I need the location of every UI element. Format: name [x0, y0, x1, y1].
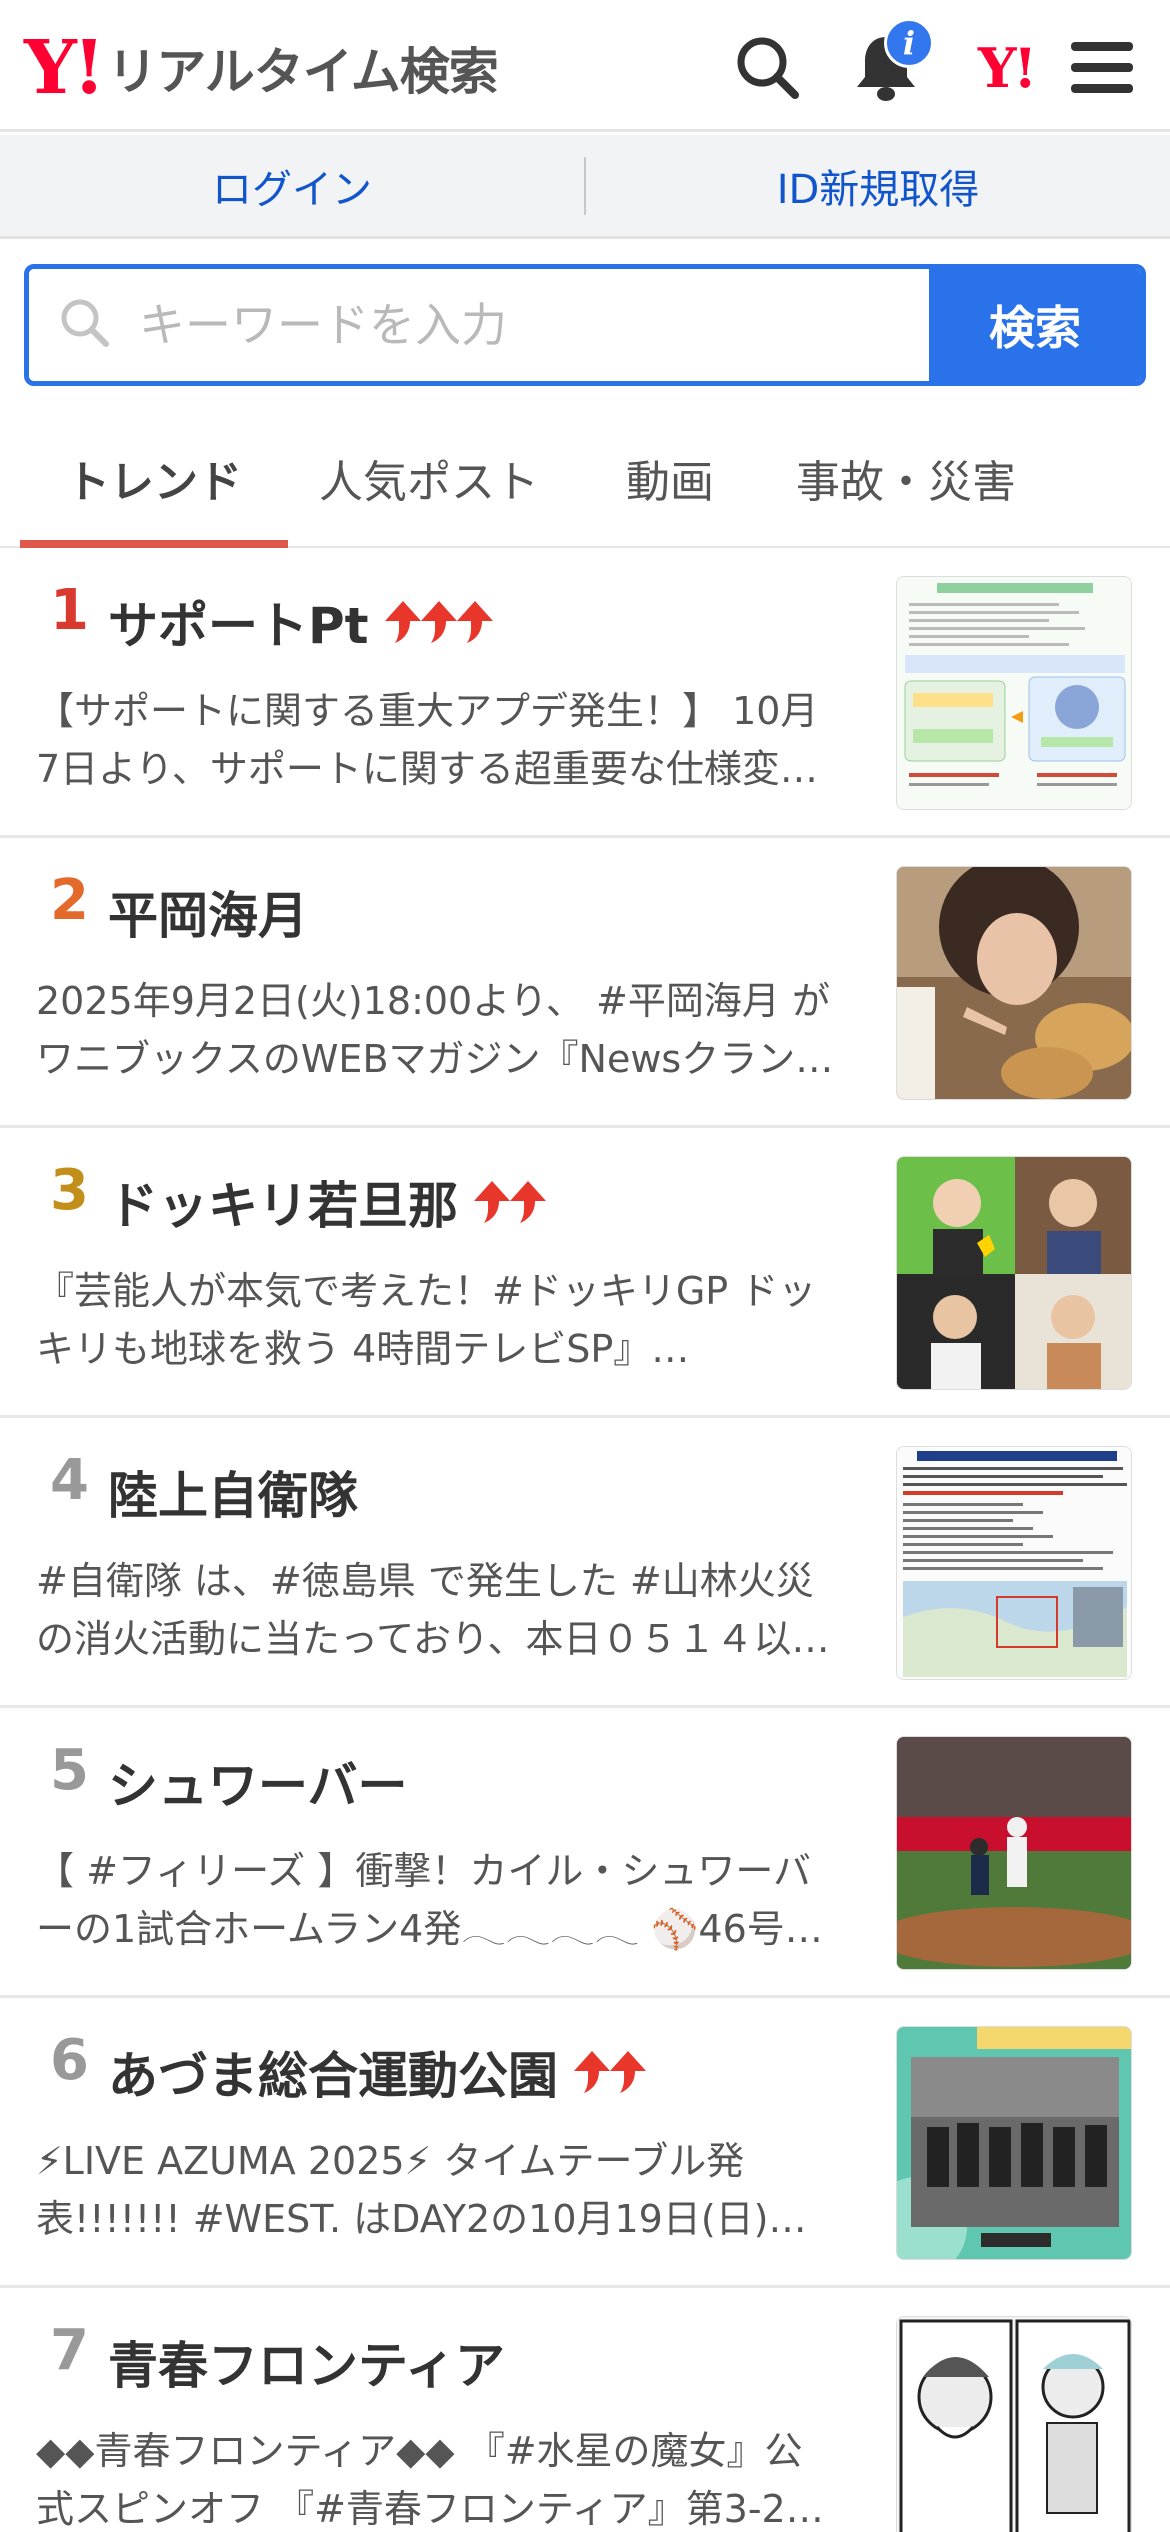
app-header: Y! リアルタイム検索 i Y! — [0, 0, 1170, 132]
trend-title-text: シュワーバー — [108, 1757, 408, 1815]
yahoo-icon[interactable]: Y! — [966, 28, 1046, 108]
thumbnail-image[interactable] — [896, 866, 1132, 1100]
trend-up-icon — [472, 1179, 546, 1225]
category-tabs: トレンド 人気ポスト 動画 事故・災害 — [0, 410, 1170, 548]
rank-number: 7 — [50, 2318, 89, 2383]
thumbnail-image[interactable] — [896, 2316, 1132, 2532]
trend-item[interactable]: 2 平岡海月 2025年9月2日(火)18:00より、 #平岡海月 が ワニブッ… — [0, 838, 1170, 1128]
search-icon[interactable] — [728, 28, 808, 108]
trend-item[interactable]: 3 ドッキリ若旦那 『芸能人が本気で考えた！#ドッキリGP ドッ キリも地球を救… — [0, 1128, 1170, 1418]
trend-list: 1 サポートPt 【サポートに関する重大アプデ発生！】 10月 7日より、サポー… — [0, 548, 1170, 2532]
thumbnail-image[interactable] — [896, 1736, 1132, 1970]
trend-item[interactable]: 1 サポートPt 【サポートに関する重大アプデ発生！】 10月 7日より、サポー… — [0, 548, 1170, 838]
trend-title-text: 平岡海月 — [108, 887, 308, 945]
tab-trend[interactable]: トレンド — [20, 410, 288, 548]
trend-item[interactable]: 7 青春フロンティア ◆◆青春フロンティア◆◆ 『#水星の魔女』公 式スピンオフ… — [0, 2288, 1170, 2532]
trend-snippet: #自衛隊 は、#徳島県 で発生した #山林火災 の消火活動に当たっており、本日０… — [36, 1559, 830, 1661]
thumbnail-image[interactable] — [896, 2026, 1132, 2260]
trend-title: 平岡海月 — [108, 876, 308, 948]
trend-snippet: ⚡LIVE AZUMA 2025⚡ タイムテーブル発 表!!!!!!! #WES… — [36, 2139, 807, 2241]
trend-up-icon — [383, 599, 493, 645]
rank-number: 4 — [50, 1448, 89, 1513]
trend-title: 青春フロンティア — [108, 2326, 505, 2398]
login-link[interactable]: ログイン — [0, 157, 584, 215]
trend-item[interactable]: 4 陸上自衛隊 #自衛隊 は、#徳島県 で発生した #山林火災 の消火活動に当た… — [0, 1418, 1170, 1708]
trend-title-text: 陸上自衛隊 — [108, 1467, 358, 1525]
search-input[interactable] — [139, 298, 929, 352]
tab-accidents-disasters[interactable]: 事故・災害 — [770, 410, 1042, 546]
rank-number: 3 — [50, 1158, 89, 1223]
signup-link[interactable]: ID新規取得 — [586, 157, 1170, 215]
trend-snippet: ◆◆青春フロンティア◆◆ 『#水星の魔女』公 式スピンオフ 『#青春フロンティア… — [36, 2429, 824, 2531]
trend-snippet: 【サポートに関する重大アプデ発生！】 10月 7日より、サポートに関する超重要な… — [36, 689, 819, 791]
trend-item[interactable]: 5 シュワーバー 【 #フィリーズ 】衝撃！カイル・シュワーバ ーの1試合ホーム… — [0, 1708, 1170, 1998]
trend-snippet: 【 #フィリーズ 】衝撃！カイル・シュワーバ ーの1試合ホームラン4発𓂃𓂃𓂃𓂃 … — [36, 1849, 856, 1951]
account-bar: ログイン ID新規取得 — [0, 135, 1170, 239]
search-field[interactable] — [29, 269, 929, 381]
trend-up-icon — [572, 2049, 646, 2095]
tab-popular-posts[interactable]: 人気ポスト — [288, 410, 570, 546]
rank-number: 5 — [50, 1738, 89, 1803]
menu-icon[interactable] — [1062, 28, 1142, 108]
thumbnail-image[interactable] — [896, 1446, 1132, 1680]
logo-mark: Y! — [24, 25, 105, 111]
notification-badge: i — [884, 18, 934, 68]
trend-title: あづま総合運動公園 — [108, 2036, 646, 2108]
search-icon — [59, 297, 111, 353]
trend-title: サポートPt — [108, 586, 493, 658]
trend-title-text: 青春フロンティア — [108, 2337, 505, 2395]
search-bar: 検索 — [24, 264, 1146, 386]
thumbnail-image[interactable] — [896, 1156, 1132, 1390]
trend-title-text: サポートPt — [108, 597, 369, 655]
trend-title-text: あづま総合運動公園 — [108, 2047, 558, 2105]
trend-title-text: ドッキリ若旦那 — [108, 1177, 458, 1235]
trend-item[interactable]: 6 あづま総合運動公園 ⚡LIVE AZUMA 2025⚡ タイムテーブル発 表… — [0, 1998, 1170, 2288]
rank-number: 1 — [50, 578, 89, 643]
rank-number: 2 — [50, 868, 89, 933]
yahoo-realtime-logo[interactable]: Y! リアルタイム検索 — [24, 25, 499, 111]
search-button[interactable]: 検索 — [929, 269, 1141, 381]
logo-text: リアルタイム検索 — [107, 43, 498, 101]
notification-bell-icon[interactable]: i — [846, 18, 934, 108]
trend-title: 陸上自衛隊 — [108, 1456, 358, 1528]
trend-snippet: 『芸能人が本気で考えた！#ドッキリGP ドッ キリも地球を救う 4時間テレビSP… — [36, 1269, 817, 1371]
rank-number: 6 — [50, 2028, 89, 2093]
trend-title: ドッキリ若旦那 — [108, 1166, 546, 1238]
tab-videos[interactable]: 動画 — [570, 410, 770, 546]
trend-title: シュワーバー — [108, 1746, 408, 1818]
thumbnail-image[interactable] — [896, 576, 1132, 810]
trend-snippet: 2025年9月2日(火)18:00より、 #平岡海月 が ワニブックスのWEBマ… — [36, 979, 834, 1081]
